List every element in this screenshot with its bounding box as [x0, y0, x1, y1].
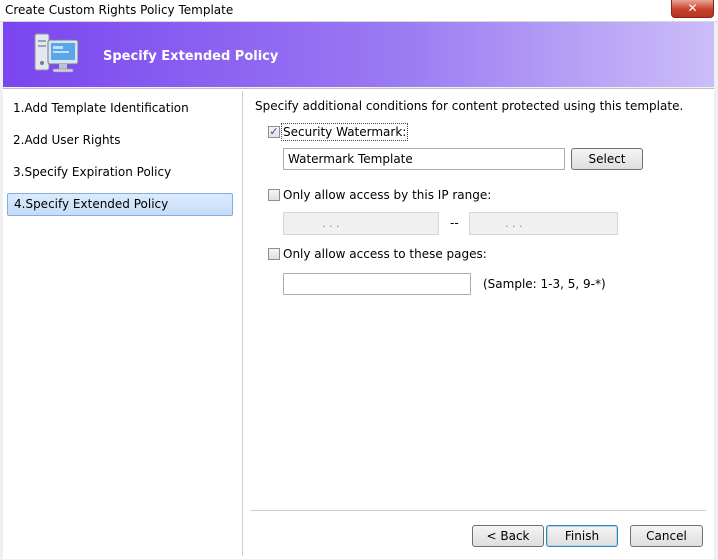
- close-icon: ✕: [687, 1, 698, 15]
- step-label: 4.Specify Extended Policy: [14, 197, 169, 211]
- pages-field[interactable]: [283, 273, 471, 295]
- step-item-template-identification[interactable]: 1.Add Template Identification: [7, 98, 233, 119]
- back-button[interactable]: < Back: [472, 525, 544, 547]
- select-button-label: Select: [588, 152, 626, 166]
- pages-checkbox[interactable]: [268, 248, 280, 260]
- computer-monitor-icon: [34, 33, 79, 73]
- watermark-template-value: Watermark Template: [288, 152, 413, 166]
- ip-range-checkbox[interactable]: [268, 189, 280, 201]
- intro-text: Specify additional conditions for conten…: [255, 99, 684, 113]
- watermark-checkbox[interactable]: ✓: [268, 126, 280, 138]
- ip-range-start-field[interactable]: . . .: [283, 212, 439, 235]
- step-item-expiration-policy[interactable]: 3.Specify Expiration Policy: [7, 162, 233, 183]
- watermark-template-field[interactable]: Watermark Template: [283, 148, 565, 170]
- cancel-button[interactable]: Cancel: [630, 525, 703, 547]
- finish-button-label: Finish: [564, 529, 600, 543]
- ip-start-dots: . . .: [322, 217, 340, 230]
- steps-list: 1.Add Template Identification 2.Add User…: [3, 91, 243, 556]
- ip-end-dots: . . .: [505, 217, 523, 230]
- watermark-label: Security Watermark:: [280, 123, 409, 141]
- header-banner: Specify Extended Policy: [3, 22, 714, 87]
- ip-range-separator: --: [450, 216, 459, 230]
- title-bar: Create Custom Rights Policy Template ✕: [0, 0, 718, 22]
- checkmark-icon: ✓: [269, 125, 279, 138]
- step-label: 3.Specify Expiration Policy: [13, 165, 172, 179]
- step-item-extended-policy[interactable]: 4.Specify Extended Policy: [7, 193, 233, 216]
- step-label: 1.Add Template Identification: [13, 101, 189, 115]
- ip-range-end-field[interactable]: . . .: [469, 212, 618, 235]
- pages-label: Only allow access to these pages:: [283, 247, 487, 261]
- finish-button[interactable]: Finish: [546, 525, 618, 547]
- banner-title: Specify Extended Policy: [103, 49, 279, 64]
- select-watermark-button[interactable]: Select: [571, 148, 643, 170]
- ip-range-label: Only allow access by this IP range:: [283, 188, 492, 202]
- step-label: 2.Add User Rights: [13, 133, 121, 147]
- step-item-user-rights[interactable]: 2.Add User Rights: [7, 130, 233, 151]
- footer-divider: [250, 510, 706, 511]
- back-button-label: < Back: [486, 529, 530, 543]
- content-panel: Specify additional conditions for conten…: [245, 91, 714, 556]
- window-title: Create Custom Rights Policy Template: [5, 3, 234, 17]
- cancel-button-label: Cancel: [646, 529, 687, 543]
- close-button[interactable]: ✕: [671, 0, 714, 18]
- pages-sample-hint: (Sample: 1-3, 5, 9-*): [483, 277, 606, 291]
